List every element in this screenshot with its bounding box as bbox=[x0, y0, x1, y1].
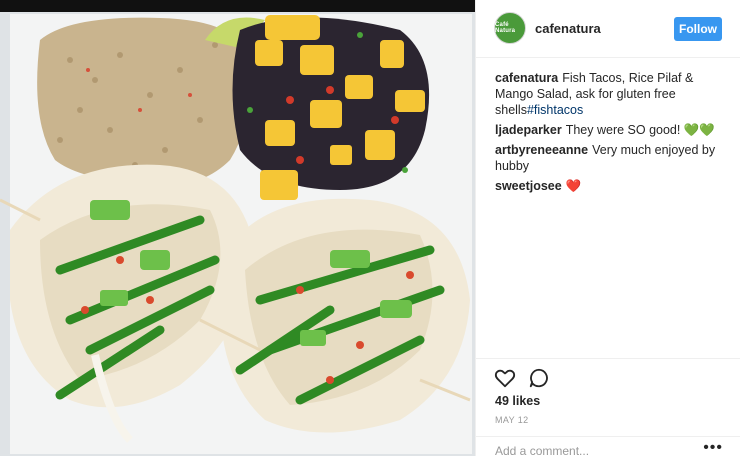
comment-user[interactable]: cafenatura bbox=[495, 71, 558, 85]
instagram-post: Café Natura cafenatura Follow cafenatura… bbox=[0, 0, 740, 458]
comment-user[interactable]: artbyreneeanne bbox=[495, 143, 588, 157]
fish-tacos-image bbox=[0, 0, 475, 456]
hashtag-link[interactable]: #fishtacos bbox=[527, 103, 583, 117]
comment-user[interactable]: sweetjosee bbox=[495, 179, 562, 193]
comments-list: cafenatura Fish Tacos, Rice Pilaf & Mango… bbox=[495, 70, 727, 198]
comment-bubble-icon[interactable] bbox=[528, 367, 550, 389]
add-comment-bar: Add a comment... ••• bbox=[476, 436, 740, 458]
post-sidebar: Café Natura cafenatura Follow cafenatura… bbox=[475, 0, 740, 458]
post-header: Café Natura cafenatura Follow bbox=[476, 0, 740, 58]
green-heart-emoji: 💚💚 bbox=[683, 123, 715, 137]
post-date: MAY 12 bbox=[495, 415, 529, 425]
follow-button[interactable]: Follow bbox=[674, 17, 722, 41]
comment-text: They were SO good! bbox=[565, 123, 681, 137]
avatar-label: Café Natura bbox=[495, 22, 516, 34]
likes-count[interactable]: 49 likes bbox=[495, 394, 540, 408]
comment-user[interactable]: ljadeparker bbox=[495, 123, 562, 137]
comment-item: sweetjosee ❤️ bbox=[495, 178, 727, 194]
avatar[interactable]: Café Natura bbox=[494, 12, 526, 44]
post-actions: 49 likes MAY 12 bbox=[476, 358, 740, 425]
more-options-icon[interactable]: ••• bbox=[703, 439, 723, 457]
comment-caption: cafenatura Fish Tacos, Rice Pilaf & Mango… bbox=[495, 70, 727, 118]
action-icons bbox=[494, 367, 550, 389]
red-heart-emoji: ❤️ bbox=[565, 179, 582, 193]
post-username[interactable]: cafenatura bbox=[535, 21, 601, 36]
heart-outline-icon[interactable] bbox=[494, 367, 516, 389]
post-photo[interactable] bbox=[0, 0, 475, 456]
comment-item: ljadeparker They were SO good! 💚💚 bbox=[495, 122, 727, 138]
comment-item: artbyreneeanne Very much enjoyed by hubby bbox=[495, 142, 727, 174]
